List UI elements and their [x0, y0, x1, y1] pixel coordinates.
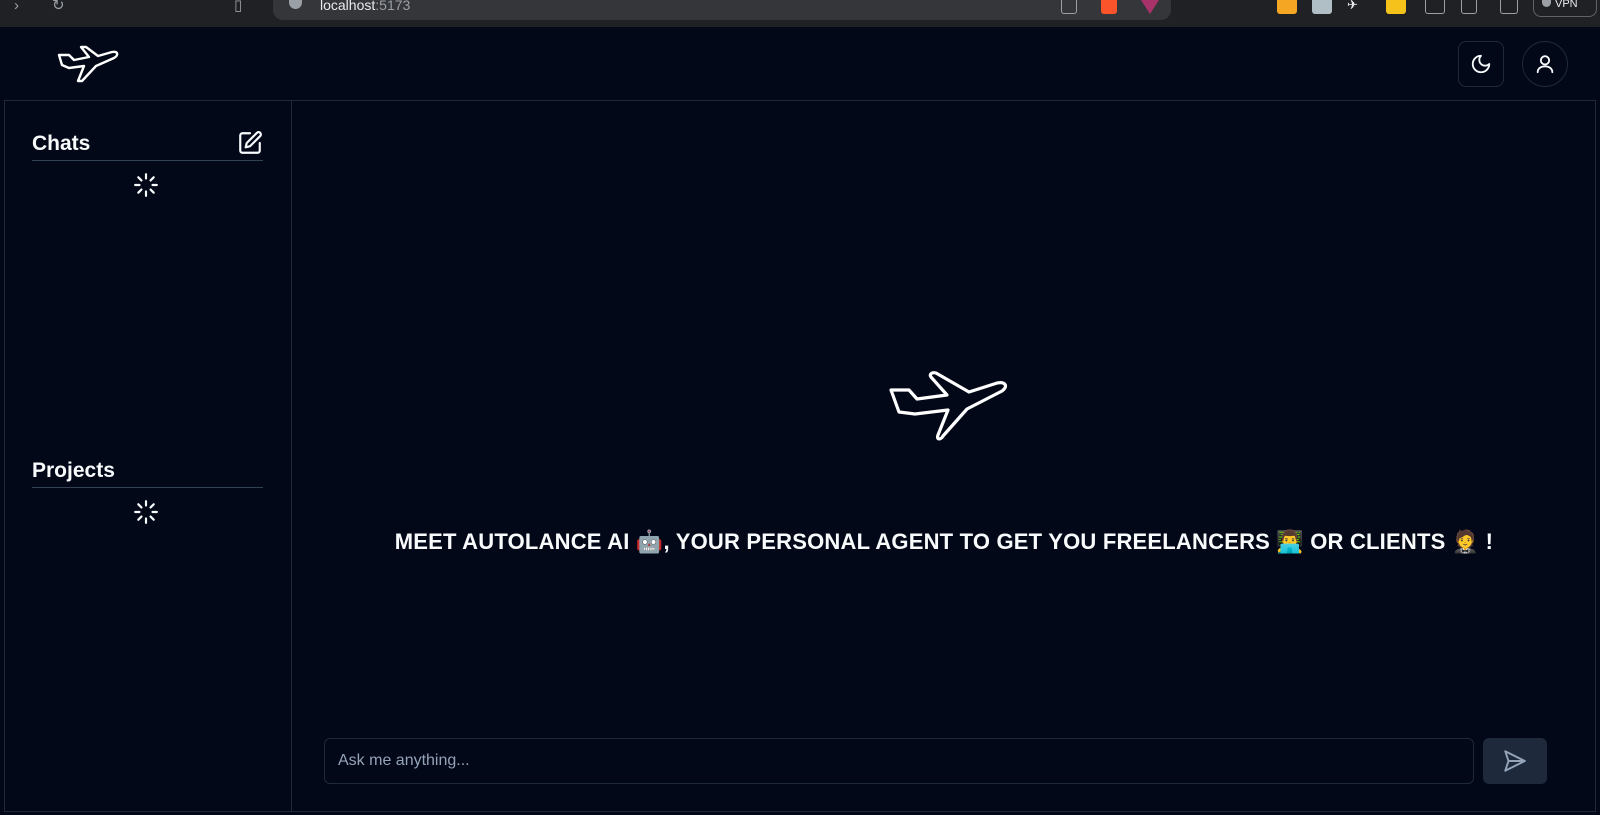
- vpn-icon: [1542, 0, 1551, 7]
- chat-input-row: [324, 738, 1564, 784]
- extensions-puzzle-icon[interactable]: [1425, 0, 1445, 14]
- send-button[interactable]: [1483, 738, 1547, 784]
- app: Chats Projects MEET AUTOLANCE AI 🤖, YOUR…: [0, 27, 1600, 815]
- chats-section-header: Chats: [32, 127, 263, 161]
- sidebar: Chats Projects: [5, 101, 292, 811]
- share-icon[interactable]: [1061, 0, 1077, 14]
- brave-shield-icon[interactable]: [1101, 0, 1117, 14]
- vpn-button[interactable]: VPN: [1533, 0, 1597, 17]
- spinner-icon: [134, 173, 158, 197]
- user-icon: [1536, 55, 1554, 74]
- bookmark-icon[interactable]: ▯: [234, 0, 256, 14]
- user-menu-button[interactable]: [1522, 41, 1568, 87]
- airplane-icon: [889, 371, 1008, 441]
- wallet-icon[interactable]: [1500, 0, 1518, 14]
- forward-icon[interactable]: ›: [14, 0, 36, 14]
- extension-icon[interactable]: [1312, 0, 1332, 14]
- sidebar-toggle-icon[interactable]: [1461, 0, 1477, 14]
- theme-toggle-button[interactable]: [1458, 41, 1504, 87]
- browser-toolbar: › ↻ ▯ localhost:5173 ✈ VPN: [0, 0, 1600, 27]
- app-header: [0, 27, 1600, 100]
- site-info-icon[interactable]: [289, 0, 302, 9]
- chat-main: MEET AUTOLANCE AI 🤖, YOUR PERSONAL AGENT…: [293, 101, 1595, 811]
- spinner-icon: [134, 500, 158, 524]
- edit-icon[interactable]: [237, 130, 263, 156]
- url-text: localhost:5173: [320, 0, 411, 13]
- send-icon: [1504, 750, 1526, 772]
- reload-icon[interactable]: ↻: [52, 0, 74, 14]
- moon-icon: [1471, 54, 1491, 74]
- extension-icon[interactable]: [1277, 0, 1297, 14]
- extension-icon[interactable]: ✈: [1347, 0, 1367, 14]
- hero-headline: MEET AUTOLANCE AI 🤖, YOUR PERSONAL AGENT…: [394, 529, 1494, 554]
- brave-rewards-icon[interactable]: [1141, 0, 1159, 14]
- projects-title: Projects: [32, 459, 115, 482]
- workspace-frame: Chats Projects MEET AUTOLANCE AI 🤖, YOUR…: [4, 100, 1596, 812]
- airplane-icon[interactable]: [56, 39, 120, 83]
- chat-input[interactable]: [324, 738, 1474, 784]
- extension-icon[interactable]: [1386, 0, 1406, 14]
- vpn-label: VPN: [1555, 0, 1578, 10]
- address-bar[interactable]: localhost:5173: [273, 0, 1171, 20]
- projects-section-header: Projects: [32, 454, 263, 488]
- chats-title: Chats: [32, 132, 91, 155]
